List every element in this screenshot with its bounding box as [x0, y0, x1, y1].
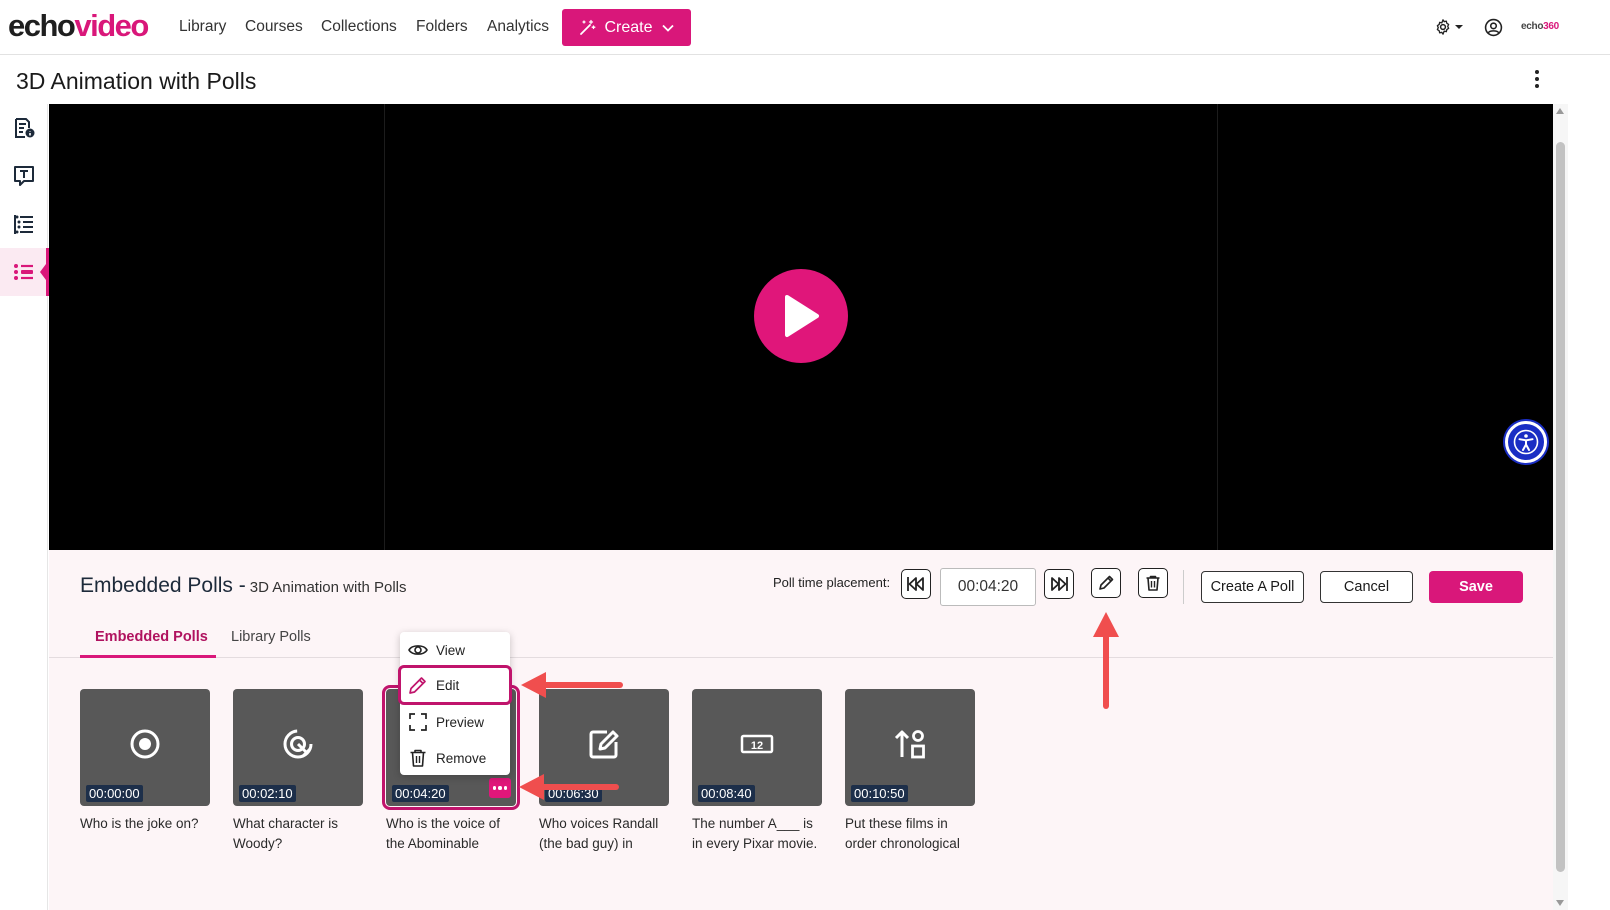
poll-caption: The number A___ is in every Pixar movie.	[692, 816, 818, 851]
poll-card[interactable]: 00:06:30	[539, 689, 669, 806]
delete-poll-button[interactable]	[1138, 568, 1168, 598]
sidebar-item-chapters[interactable]	[0, 200, 48, 248]
pencil-icon	[409, 677, 426, 694]
poll-time-placement-label: Poll time placement:	[773, 575, 891, 590]
active-tab-indicator	[80, 655, 216, 658]
ordering-icon	[894, 730, 925, 759]
echo360-logo: echo360	[1521, 21, 1559, 32]
poll-caption: Put these films in order chronological	[845, 816, 960, 851]
left-sidebar	[0, 104, 49, 910]
poll-card[interactable]: 00:10:50	[845, 689, 975, 806]
caret-down-icon	[1455, 25, 1463, 29]
transcript-icon	[14, 166, 34, 186]
polls-icon	[14, 264, 33, 280]
numeric-icon: 12	[740, 734, 774, 754]
nav-folders[interactable]: Folders	[416, 18, 468, 36]
info-doc-icon	[15, 118, 35, 138]
sidebar-item-details[interactable]	[0, 104, 48, 152]
more-options-icon[interactable]	[1530, 68, 1544, 90]
chevron-down-icon	[661, 24, 674, 32]
menu-item-edit[interactable]: Edit	[398, 665, 512, 705]
page-scrollbar[interactable]	[1553, 104, 1568, 910]
create-button[interactable]: Create	[562, 9, 691, 46]
poll-caption: Who voices Randall (the bad guy) in	[539, 816, 659, 851]
nav-courses[interactable]: Courses	[245, 18, 303, 36]
menu-item-preview[interactable]: Preview	[400, 704, 510, 740]
poll-time-badge: 00:10:50	[851, 785, 908, 802]
toolbar-divider	[1183, 570, 1184, 604]
edit-poll-button[interactable]	[1091, 568, 1121, 598]
poll-caption: Who is the voice of the Abominable	[386, 816, 501, 851]
poll-tabs: Embedded Polls Library Polls	[49, 618, 1553, 658]
embedded-polls-panel: Embedded Polls -3D Animation with Polls …	[49, 550, 1553, 910]
poll-time-input[interactable]: 00:04:20	[940, 568, 1036, 606]
poll-card[interactable]: 12 00:08:40	[692, 689, 822, 806]
rewind-button[interactable]	[901, 569, 931, 599]
accessibility-icon	[1513, 429, 1539, 455]
chapters-icon	[14, 215, 33, 234]
pencil-icon	[1099, 575, 1114, 590]
poll-time-badge: 00:08:40	[698, 785, 755, 802]
accessibility-button[interactable]	[1505, 421, 1547, 463]
panel-title: Embedded Polls -3D Animation with Polls	[80, 574, 407, 597]
fullscreen-icon	[409, 713, 427, 731]
scrollbar-thumb[interactable]	[1556, 142, 1565, 872]
poll-caption: What character is Woody?	[233, 816, 339, 851]
echovideo-logo[interactable]: echovideo	[8, 8, 149, 44]
menu-item-remove[interactable]: Remove	[400, 740, 510, 776]
poll-time-badge: 00:02:10	[239, 785, 296, 802]
nav-collections[interactable]: Collections	[321, 18, 397, 36]
title-bar: 3D Animation with Polls	[0, 56, 1556, 104]
scroll-up-arrow[interactable]	[1556, 108, 1564, 114]
tab-embedded-polls[interactable]: Embedded Polls	[95, 629, 208, 645]
hotspot-icon	[283, 729, 313, 759]
page-title: 3D Animation with Polls	[16, 68, 257, 94]
radio-icon	[130, 729, 160, 759]
create-a-poll-button[interactable]: Create A Poll	[1201, 571, 1304, 603]
sidebar-item-polls[interactable]	[0, 248, 49, 296]
trash-icon	[410, 749, 426, 767]
menu-item-view[interactable]: View	[400, 632, 510, 668]
svg-text:12: 12	[751, 740, 763, 752]
play-button[interactable]	[754, 269, 848, 363]
user-account-icon[interactable]	[1484, 18, 1503, 37]
sidebar-item-transcript[interactable]	[0, 152, 48, 200]
poll-card[interactable]: 00:00:00	[80, 689, 210, 806]
cancel-button[interactable]: Cancel	[1320, 571, 1413, 603]
poll-options-button[interactable]	[489, 778, 511, 798]
eye-icon	[408, 645, 428, 655]
poll-time-badge: 00:04:20	[392, 785, 449, 802]
create-label: Create	[604, 18, 653, 36]
magic-wand-icon	[580, 19, 596, 35]
fast-forward-button[interactable]	[1044, 569, 1074, 599]
rewind-icon	[907, 577, 924, 591]
play-icon	[785, 295, 819, 337]
fast-forward-icon	[1051, 577, 1068, 591]
poll-time-badge: 00:00:00	[86, 785, 143, 802]
save-button[interactable]: Save	[1429, 571, 1523, 603]
nav-library[interactable]: Library	[179, 18, 226, 36]
edit-square-icon	[589, 730, 619, 759]
panel-subtitle: 3D Animation with Polls	[249, 579, 407, 596]
trash-icon	[1146, 575, 1160, 591]
poll-card[interactable]: 00:02:10	[233, 689, 363, 806]
top-navigation: echovideo Library Courses Collections Fo…	[0, 0, 1610, 55]
tab-library-polls[interactable]: Library Polls	[231, 629, 311, 645]
poll-context-menu: View Edit Preview Remove	[398, 632, 512, 776]
scroll-down-arrow[interactable]	[1556, 900, 1564, 906]
poll-caption: Who is the joke on?	[80, 816, 199, 831]
nav-analytics[interactable]: Analytics	[487, 18, 549, 36]
settings-menu[interactable]	[1434, 18, 1464, 36]
poll-time-badge: 00:06:30	[545, 785, 602, 802]
gear-icon	[1436, 19, 1450, 35]
